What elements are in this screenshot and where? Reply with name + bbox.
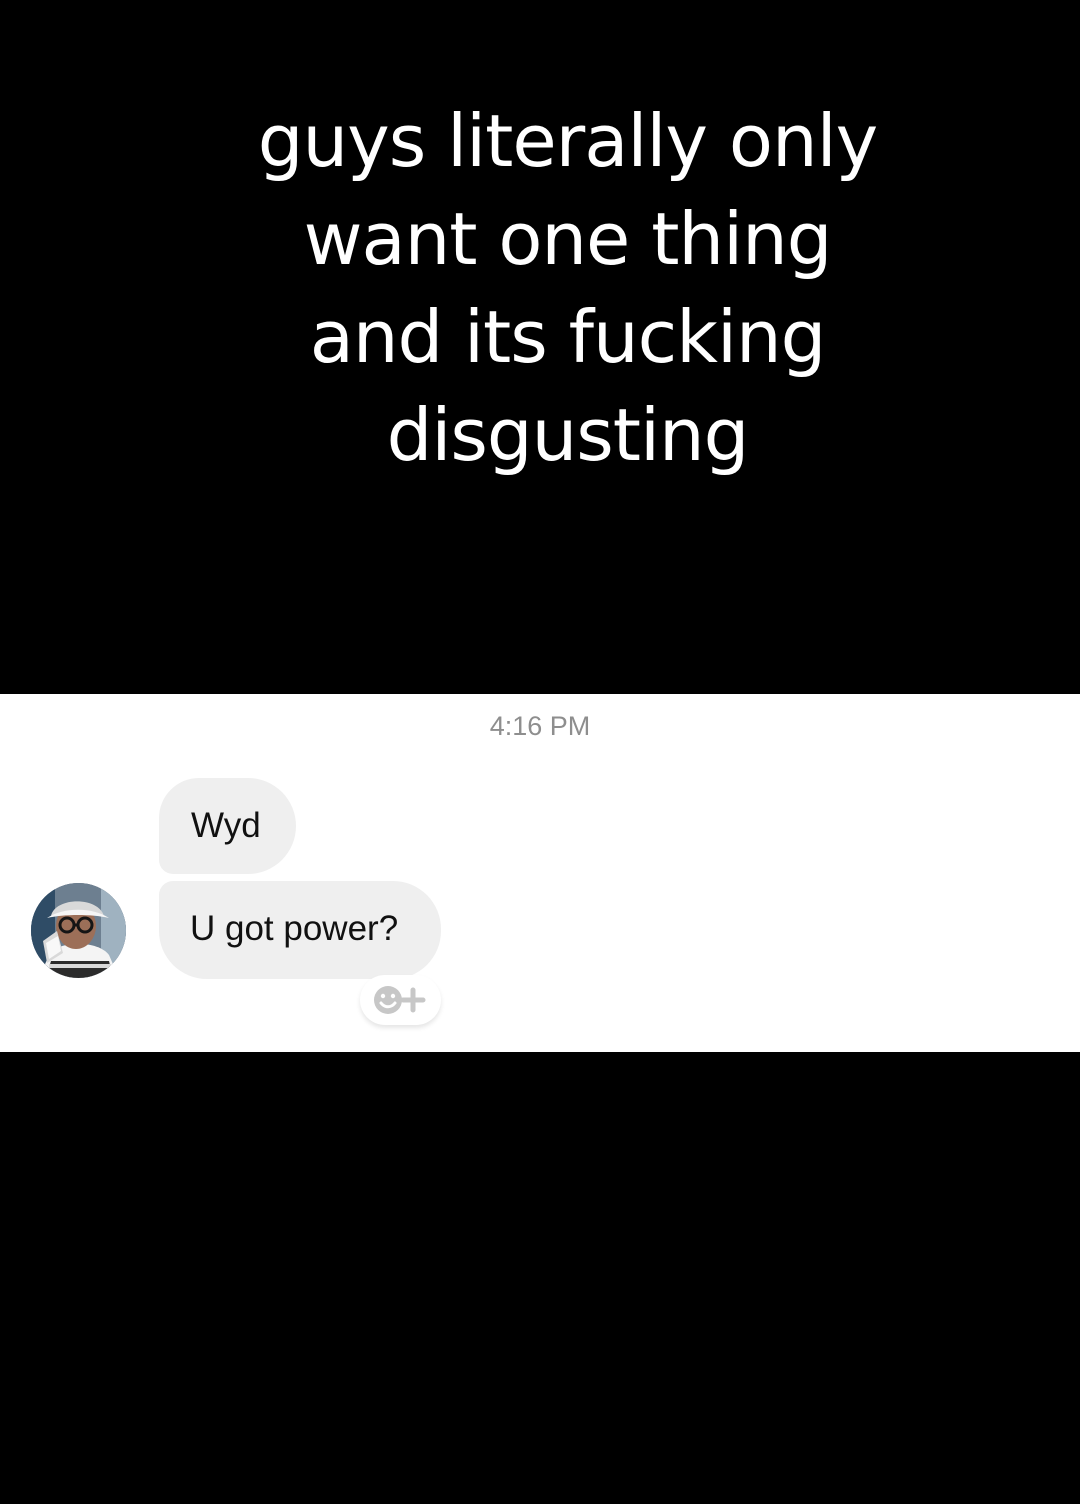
meme-caption-text: guys literally only want one thing and i…: [257, 99, 878, 477]
meme-caption-area: guys literally only want one thing and i…: [0, 0, 1080, 694]
message-bubble-u-got-power[interactable]: U got power?: [159, 881, 441, 979]
chat-screenshot: 4:16 PM Wyd U got power?: [0, 694, 1080, 1052]
emoji-plus-icon: [374, 986, 426, 1014]
bottom-black-space: [0, 1052, 1080, 1504]
add-reaction-button[interactable]: [360, 975, 441, 1025]
message-timestamp: 4:16 PM: [489, 711, 591, 741]
message-text-u-got-power: U got power?: [190, 909, 399, 948]
message-text-wyd: Wyd: [191, 806, 261, 845]
profile-avatar: [31, 883, 126, 978]
message-bubble-wyd[interactable]: Wyd: [159, 778, 296, 874]
sender-avatar[interactable]: [31, 883, 126, 978]
